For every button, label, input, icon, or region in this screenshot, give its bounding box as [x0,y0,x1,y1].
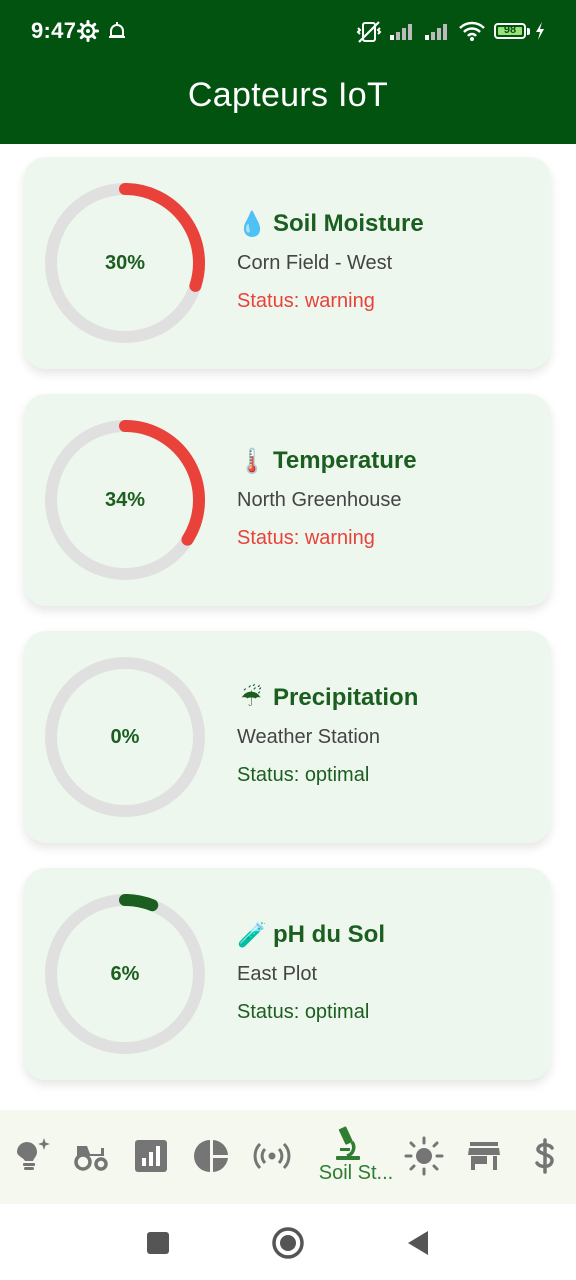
page-title: Capteurs IoT [187,76,389,114]
wifi-icon [459,21,485,41]
sensor-card-soil-moisture[interactable]: 30% 💧 Soil Moisture Corn Field - West Sta… [24,157,551,369]
sensor-status: Status: warning [237,527,375,549]
sensor-name: pH du Sol [273,921,385,948]
sensor-info: 🧪 pH du Sol East Plot Status: optimal [237,918,541,1026]
recent-apps-icon[interactable] [146,1231,170,1255]
droplet-icon: 💧 [237,210,267,238]
nav-item-tips[interactable] [0,1110,64,1204]
sensor-info: 🌡️ Temperature North Greenhouse Status: w… [237,444,541,552]
dollar-icon [535,1138,554,1174]
nav-item-market[interactable] [452,1110,516,1204]
sensor-info: ☔ Precipitation Weather Station Status: o… [237,681,541,789]
sensor-location: Corn Field - West [237,252,393,274]
sensor-location: Weather Station [237,726,381,748]
notification-bell-icon [109,22,125,38]
home-icon[interactable] [271,1226,305,1260]
sensor-location: East Plot [237,963,318,985]
sensor-title: 🌡️ Temperature [237,444,541,478]
charging-bolt-icon [536,22,544,40]
store-icon [468,1142,500,1170]
nav-item-soil-stats[interactable]: Soil St... [316,1110,393,1204]
sensor-status: Status: optimal [237,1001,370,1023]
gauge-value: 30% [104,251,146,274]
nav-item-finance[interactable] [513,1110,576,1204]
sensor-card-temperature[interactable]: 34% 🌡️ Temperature North Greenhouse Statu… [24,394,551,606]
battery-level: 98 [503,24,517,36]
bottom-navigation: Soil St... [0,1110,576,1204]
gauge-value: 6% [110,962,140,985]
nav-item-analytics[interactable] [180,1110,244,1204]
system-navigation-bar [0,1204,576,1280]
status-bar: 9:47 98 [0,0,576,62]
thermometer-icon: 🌡️ [237,447,267,475]
sensor-card-precipitation[interactable]: 0% ☔ Precipitation Weather Station Status… [24,631,551,843]
sun-icon [404,1136,444,1176]
vibrate-off-icon [356,21,382,43]
bar-chart-icon [135,1140,167,1172]
battery-icon: 98 [494,23,526,39]
umbrella-rain-icon: ☔ [240,684,262,712]
lightbulb-sparkle-icon [17,1138,50,1170]
signal-icon [425,24,447,40]
sensor-title: ☔ Precipitation [237,681,541,715]
nav-item-farm[interactable] [59,1110,123,1204]
nav-item-sensors[interactable] [240,1110,304,1204]
signal-icon [390,24,412,40]
nav-item-weather[interactable] [392,1110,456,1204]
pie-chart-icon [194,1140,228,1172]
sensor-title: 💧 Soil Moisture [237,207,541,241]
battery-tip [527,28,530,35]
sensor-name: Soil Moisture [273,210,424,237]
gauge-value: 0% [110,725,140,748]
sensor-location: North Greenhouse [237,489,402,511]
settings-gear-icon [77,20,99,42]
status-time: 9:47 [31,18,77,43]
sensor-card-ph[interactable]: 6% 🧪 pH du Sol East Plot Status: optimal [24,868,551,1080]
back-icon[interactable] [406,1230,430,1256]
tractor-icon [74,1146,108,1171]
sensor-name: Precipitation [273,684,419,711]
sensor-status: Status: optimal [237,764,370,786]
sensor-name: Temperature [273,447,417,474]
test-tube-icon: 🧪 [237,921,267,949]
sensor-status: Status: warning [237,290,375,312]
microscope-icon [336,1126,360,1160]
nav-item-stats[interactable] [119,1110,183,1204]
sensor-title: 🧪 pH du Sol [237,918,541,952]
sensor-info: 💧 Soil Moisture Corn Field - West Status:… [237,207,541,315]
gauge-value: 34% [104,488,146,511]
app-header: 9:47 98 Capteurs IoT [0,0,576,144]
